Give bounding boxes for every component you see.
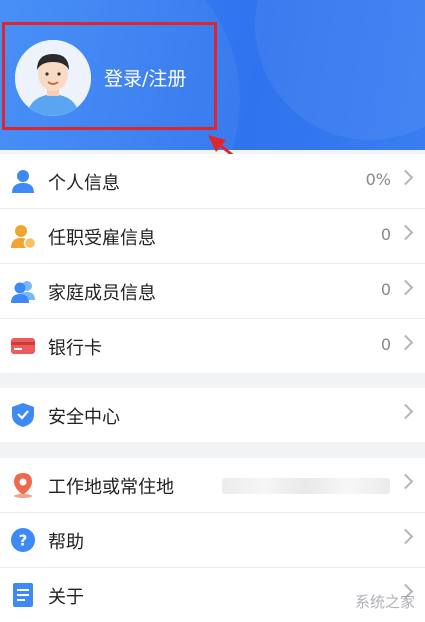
- help-icon: ?: [10, 527, 36, 553]
- row-personal-info[interactable]: 个人信息 0%: [0, 154, 425, 209]
- location-pin-icon: [10, 472, 36, 498]
- header-decoration: [255, 0, 425, 140]
- employment-icon: [10, 223, 37, 250]
- row-label: 家庭成员信息: [48, 283, 156, 304]
- chevron-right-icon: [397, 334, 414, 351]
- chevron-right-icon: [397, 224, 414, 241]
- row-value: 0: [380, 225, 391, 244]
- chevron-right-icon: [397, 473, 414, 490]
- chevron-right-icon: [397, 279, 414, 296]
- family-icon: [10, 278, 36, 304]
- row-value: 0: [380, 280, 391, 299]
- bank-card-icon: [10, 333, 36, 359]
- user-icon: [10, 168, 36, 194]
- row-help[interactable]: ? 帮助: [0, 513, 425, 568]
- info-group: 个人信息 0% 任职受雇信息 0 家庭成员信息 0 银行卡 0: [0, 154, 425, 373]
- row-employment-info[interactable]: 任职受雇信息 0: [0, 209, 425, 264]
- row-bank-card[interactable]: 银行卡 0: [0, 319, 425, 373]
- chevron-right-icon: [397, 528, 414, 545]
- shield-icon: [10, 402, 36, 428]
- row-label: 银行卡: [48, 338, 102, 359]
- security-group: 安全中心: [0, 388, 425, 442]
- row-value: 0%: [365, 170, 391, 189]
- row-label: 安全中心: [48, 407, 120, 428]
- profile-header: 登录/注册: [0, 0, 425, 150]
- svg-text:?: ?: [19, 532, 28, 550]
- row-label: 个人信息: [48, 173, 120, 194]
- highlight-box: [2, 22, 217, 130]
- chevron-right-icon: [397, 403, 414, 420]
- redacted-value: [222, 478, 390, 494]
- about-icon: [10, 582, 36, 608]
- row-label: 任职受雇信息: [48, 228, 156, 249]
- row-label: 帮助: [48, 532, 84, 553]
- row-work-location[interactable]: 工作地或常住地: [0, 458, 425, 513]
- row-value: 0: [380, 335, 391, 354]
- row-security-center[interactable]: 安全中心: [0, 388, 425, 442]
- row-family-info[interactable]: 家庭成员信息 0: [0, 264, 425, 319]
- watermark: 系统之家: [354, 593, 415, 611]
- row-label: 关于: [48, 587, 84, 608]
- chevron-right-icon: [397, 169, 414, 186]
- row-label: 工作地或常住地: [48, 477, 174, 498]
